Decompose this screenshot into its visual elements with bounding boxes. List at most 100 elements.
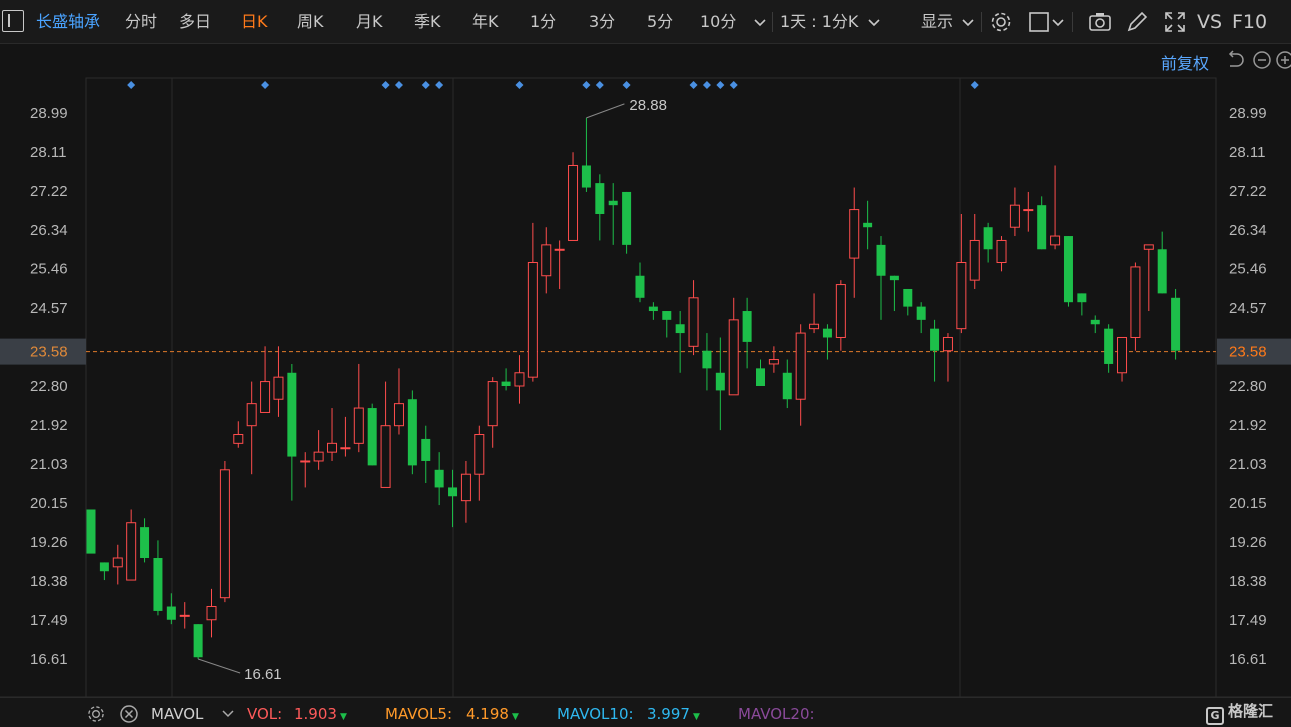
tab-intraday[interactable]: 分时	[125, 10, 157, 34]
y-tick-label-left: 18.38	[30, 573, 68, 590]
candle-body-down	[782, 372, 792, 400]
event-marker	[595, 81, 604, 89]
mavol20-label: MAVOL20:	[738, 705, 815, 723]
chevron-down-icon[interactable]	[866, 12, 882, 32]
display-menu[interactable]: 显示	[921, 10, 953, 34]
sidebar-toggle-icon[interactable]	[2, 10, 24, 32]
candle	[300, 452, 311, 488]
candle	[889, 275, 899, 312]
candle	[768, 346, 779, 373]
tab-yearly-k[interactable]: 年K	[472, 10, 499, 34]
event-marker	[702, 81, 711, 89]
candle	[273, 346, 284, 417]
candlestick-chart[interactable]: 28.99 28.11 27.22 26.34 25.46 24.57 23.58 22.80…	[0, 0, 1291, 727]
candle-body-up	[1050, 235, 1061, 246]
y-tick-label-left: 17.49	[30, 612, 68, 629]
tab-5min[interactable]: 5分	[647, 10, 673, 34]
undo-icon[interactable]	[1225, 50, 1245, 70]
tab-1min[interactable]: 1分	[530, 10, 556, 34]
event-marker	[421, 81, 430, 89]
candle	[541, 227, 552, 294]
chevron-down-icon[interactable]	[220, 706, 236, 722]
y-tick-label-right: 25.46	[1229, 261, 1267, 278]
candle	[313, 430, 324, 470]
candle-body-down	[903, 288, 913, 307]
gear-icon[interactable]	[989, 10, 1013, 34]
tab-multi-day[interactable]: 多日	[179, 10, 211, 34]
fullscreen-icon[interactable]	[1163, 10, 1187, 34]
candle-body-down	[1171, 297, 1181, 351]
candle	[434, 452, 444, 506]
zoom-out-icon[interactable]	[1252, 50, 1272, 70]
candle-body-up	[1023, 209, 1034, 212]
zoom-in-icon[interactable]	[1275, 50, 1291, 70]
candle	[1023, 191, 1034, 232]
candle-body-up	[795, 332, 806, 400]
candle-body-up	[1130, 266, 1141, 338]
candle-body-down	[608, 200, 618, 206]
tab-quarterly-k[interactable]: 季K	[414, 10, 441, 34]
candle	[219, 460, 230, 603]
candle-body-up	[527, 262, 538, 378]
candle	[1050, 165, 1061, 250]
mavol10-value: 3.997 ▼	[647, 705, 700, 723]
max-leader-line	[586, 103, 625, 119]
candle	[353, 363, 364, 453]
tab-weekly-k[interactable]: 周K	[297, 10, 324, 34]
candle	[795, 324, 806, 426]
candle-body-down	[166, 606, 176, 620]
candle	[782, 359, 792, 409]
square-icon[interactable]	[1027, 10, 1051, 34]
chevron-down-icon[interactable]	[752, 12, 768, 32]
tab-monthly-k[interactable]: 月K	[356, 10, 383, 34]
candle	[1090, 315, 1100, 334]
event-marker	[127, 81, 136, 89]
tab-daily-k[interactable]: 日K	[241, 10, 268, 34]
candle	[460, 460, 471, 523]
candle	[99, 562, 109, 581]
candle	[233, 421, 244, 448]
candle	[568, 152, 579, 241]
candle	[193, 624, 203, 659]
y-tick-label-left: 20.15	[30, 495, 68, 512]
candle	[501, 368, 511, 391]
candle	[514, 355, 525, 404]
toolbar: 长盛轴承 分时 多日 日K 周K 月K 季K 年K 1分 3分 5分 10分 1…	[0, 0, 1291, 44]
candle	[688, 280, 699, 356]
candle	[393, 368, 404, 435]
f10-button[interactable]: F10	[1232, 10, 1267, 34]
period-select[interactable]: 1天 : 1分K	[780, 10, 858, 34]
y-tick-label-right: 19.26	[1229, 534, 1267, 551]
y-tick-label-left: 25.46	[30, 261, 68, 278]
y-tick-label-left: 21.03	[30, 456, 68, 473]
tab-10min[interactable]: 10分	[700, 10, 736, 34]
stock-name[interactable]: 长盛轴承	[36, 10, 100, 34]
y-tick-label-right: 17.49	[1229, 612, 1267, 629]
close-icon[interactable]	[119, 704, 139, 724]
candle	[876, 236, 886, 320]
y-tick-label-right: 28.11	[1229, 144, 1265, 161]
indicator-name[interactable]: MAVOL	[151, 705, 203, 723]
camera-icon[interactable]	[1088, 10, 1112, 34]
tab-3min[interactable]: 3分	[589, 10, 615, 34]
candle	[1130, 262, 1141, 351]
candle	[474, 425, 485, 501]
candle-body-down	[287, 372, 297, 457]
chevron-down-icon[interactable]	[1050, 12, 1066, 32]
y-tick-label-right: 27.22	[1229, 183, 1267, 200]
candle-body-down	[702, 350, 712, 369]
adjust-mode-label[interactable]: 前复权	[1161, 50, 1209, 74]
gear-icon[interactable]	[86, 704, 106, 724]
candle	[756, 359, 765, 386]
candle-body-up	[728, 319, 739, 396]
candle	[822, 324, 832, 360]
pencil-icon[interactable]	[1125, 10, 1149, 34]
vs-button[interactable]: VS	[1197, 10, 1222, 34]
chevron-down-icon[interactable]	[960, 12, 976, 32]
candle-body-down	[622, 191, 632, 245]
y-tick-label-left: 21.92	[30, 417, 68, 434]
mavol5-value: 4.198 ▼	[466, 705, 519, 723]
candle	[367, 403, 377, 466]
event-marker	[970, 81, 979, 89]
mavol5-label: MAVOL5:	[385, 705, 453, 723]
